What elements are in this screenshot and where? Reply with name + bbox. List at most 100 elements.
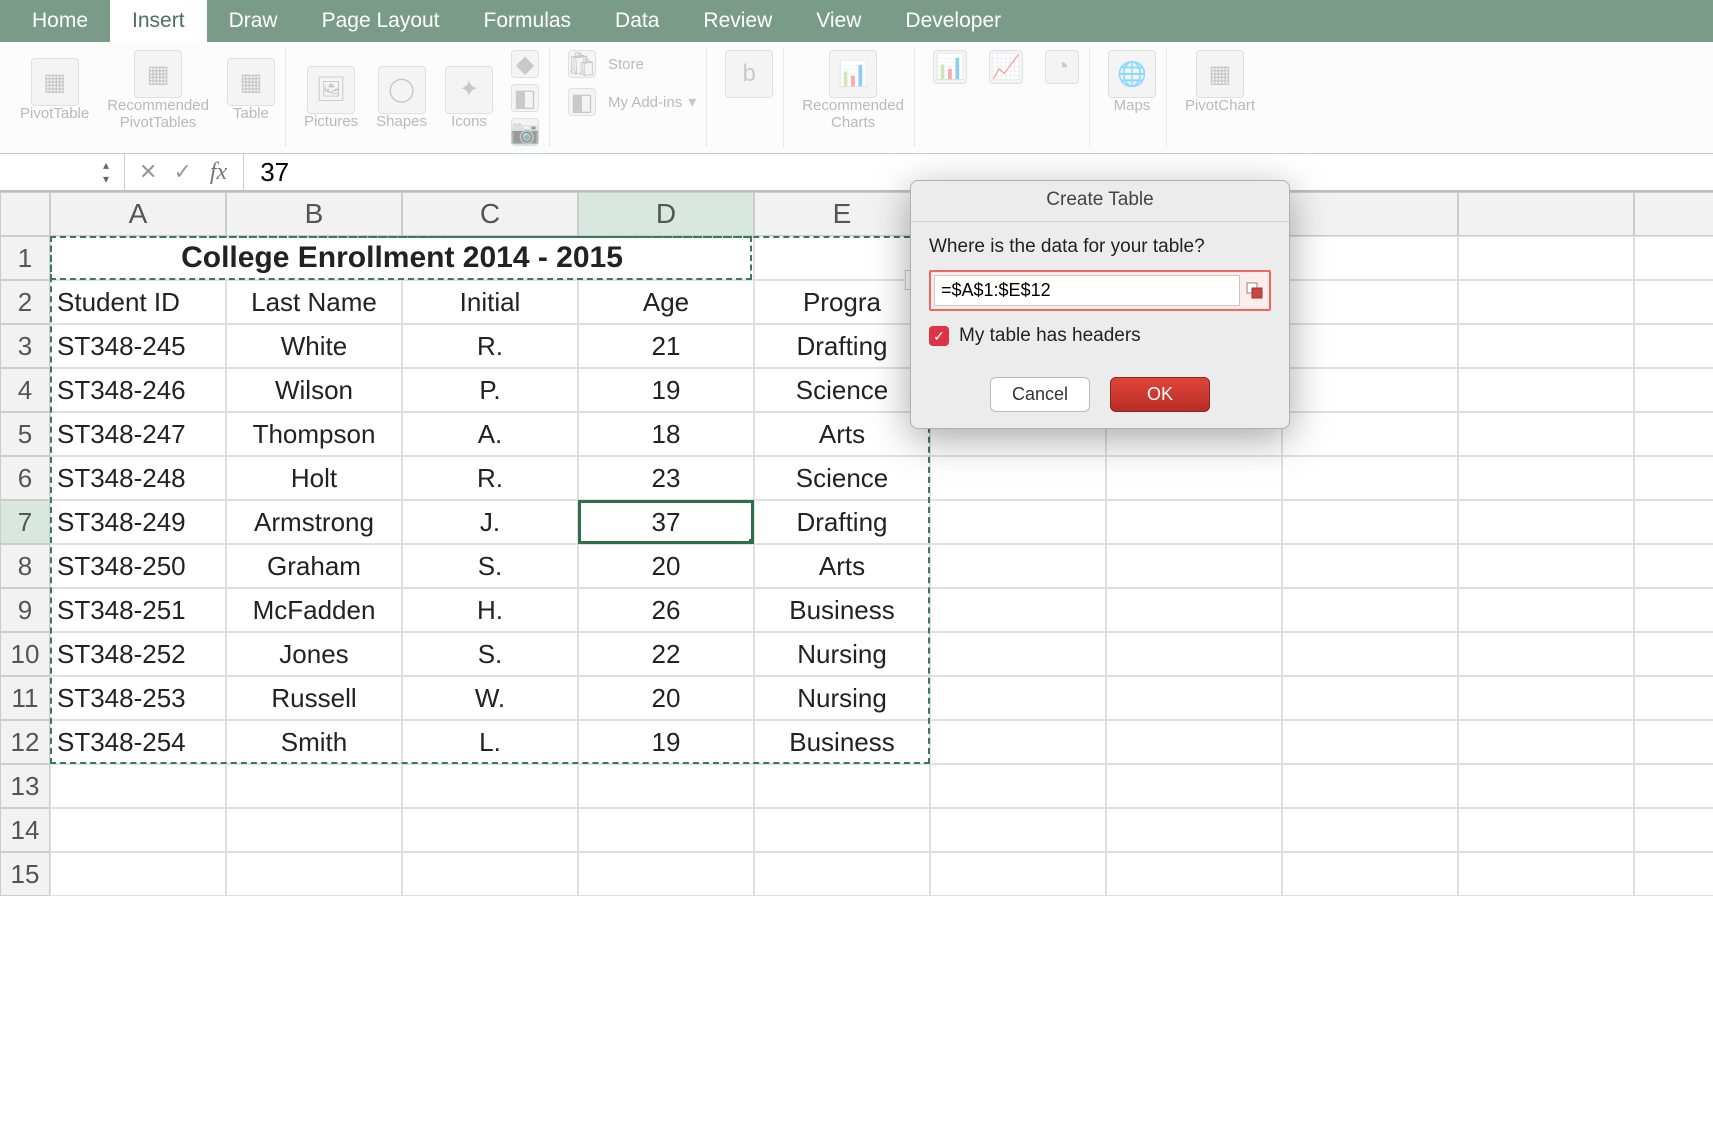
cell-blank[interactable] xyxy=(1634,500,1713,544)
ribbon-tab-formulas[interactable]: Formulas xyxy=(462,0,594,42)
shapes-button[interactable]: Shapes xyxy=(376,114,427,131)
range-picker-icon[interactable] xyxy=(1244,280,1266,302)
cell-blank[interactable] xyxy=(1458,324,1634,368)
cell-blank[interactable] xyxy=(1634,236,1713,280)
fill-handle[interactable] xyxy=(749,539,754,544)
row-header-1[interactable]: 1 xyxy=(0,236,50,280)
table-cell[interactable]: ST348-254 xyxy=(50,720,226,764)
cell-blank[interactable] xyxy=(1282,280,1458,324)
table-cell[interactable]: A. xyxy=(402,412,578,456)
table-cell[interactable]: 20 xyxy=(578,676,754,720)
cell-blank[interactable] xyxy=(1282,852,1458,896)
ribbon-tab-home[interactable]: Home xyxy=(10,0,110,42)
table-cell[interactable]: Thompson xyxy=(226,412,402,456)
table-cell[interactable]: 18 xyxy=(578,412,754,456)
table-cell[interactable]: Armstrong xyxy=(226,500,402,544)
cell-blank[interactable] xyxy=(1458,368,1634,412)
store-button[interactable]: Store xyxy=(602,56,644,73)
cell-blank[interactable] xyxy=(402,764,578,808)
cell-blank[interactable] xyxy=(1634,808,1713,852)
table-cell[interactable]: ST348-253 xyxy=(50,676,226,720)
table-cell[interactable]: Drafting xyxy=(754,500,930,544)
cell-blank[interactable] xyxy=(1458,280,1634,324)
row-header-5[interactable]: 5 xyxy=(0,412,50,456)
header-last-name[interactable]: Last Name xyxy=(226,280,402,324)
table-cell[interactable]: R. xyxy=(402,324,578,368)
table-cell[interactable]: ST348-249 xyxy=(50,500,226,544)
ribbon-tab-page-layout[interactable]: Page Layout xyxy=(300,0,462,42)
table-button[interactable]: Table xyxy=(233,106,269,123)
cell-blank[interactable] xyxy=(1458,500,1634,544)
cell-blank[interactable] xyxy=(1458,764,1634,808)
table-cell[interactable]: Drafting xyxy=(754,324,930,368)
ribbon-tab-draw[interactable]: Draw xyxy=(207,0,300,42)
cell-blank[interactable] xyxy=(1458,720,1634,764)
cell-blank[interactable] xyxy=(578,764,754,808)
table-cell[interactable]: S. xyxy=(402,632,578,676)
ribbon-tab-view[interactable]: View xyxy=(794,0,883,42)
cell-blank[interactable] xyxy=(930,500,1106,544)
cell-blank[interactable] xyxy=(930,720,1106,764)
namebox-stepper[interactable]: ▴▾ xyxy=(94,158,118,186)
ribbon-tab-review[interactable]: Review xyxy=(681,0,794,42)
cell-blank[interactable] xyxy=(930,632,1106,676)
title-cell[interactable]: College Enrollment 2014 - 2015 xyxy=(50,236,754,280)
cell-blank[interactable] xyxy=(50,852,226,896)
ok-button[interactable]: OK xyxy=(1110,377,1210,412)
row-header-11[interactable]: 11 xyxy=(0,676,50,720)
cell-blank[interactable] xyxy=(1634,588,1713,632)
fx-label[interactable]: fx xyxy=(200,159,237,186)
cell-blank[interactable] xyxy=(1458,632,1634,676)
cell-blank[interactable] xyxy=(930,676,1106,720)
col-header-b[interactable]: B xyxy=(226,192,402,236)
table-cell[interactable]: ST348-251 xyxy=(50,588,226,632)
cell-blank[interactable] xyxy=(1458,588,1634,632)
table-cell[interactable]: ST348-247 xyxy=(50,412,226,456)
table-cell[interactable]: Science xyxy=(754,368,930,412)
header-student-id[interactable]: Student ID xyxy=(50,280,226,324)
table-cell[interactable]: J. xyxy=(402,500,578,544)
ribbon-tab-data[interactable]: Data xyxy=(593,0,681,42)
cell-blank[interactable] xyxy=(226,852,402,896)
cell-blank[interactable] xyxy=(754,808,930,852)
table-cell[interactable]: Nursing xyxy=(754,676,930,720)
cell-blank[interactable] xyxy=(1282,324,1458,368)
cell-blank[interactable] xyxy=(402,808,578,852)
table-range-input[interactable] xyxy=(934,275,1240,306)
icons-button[interactable]: Icons xyxy=(451,114,487,131)
col-header-e[interactable]: E xyxy=(754,192,930,236)
headers-checkbox[interactable]: ✓ xyxy=(929,326,949,346)
cell-blank[interactable] xyxy=(930,544,1106,588)
cell-blank[interactable] xyxy=(1634,764,1713,808)
cell-blank[interactable] xyxy=(1106,720,1282,764)
cell-blank[interactable] xyxy=(1634,456,1713,500)
table-cell[interactable]: Russell xyxy=(226,676,402,720)
col-header-a[interactable]: A xyxy=(50,192,226,236)
row-header-3[interactable]: 3 xyxy=(0,324,50,368)
header-initial[interactable]: Initial xyxy=(402,280,578,324)
rec-pivottables-button[interactable]: Recommended PivotTables xyxy=(107,98,209,131)
row-header-4[interactable]: 4 xyxy=(0,368,50,412)
cell-blank[interactable] xyxy=(1458,852,1634,896)
cell-blank[interactable] xyxy=(50,764,226,808)
table-cell[interactable]: Arts xyxy=(754,544,930,588)
table-cell[interactable]: ST348-248 xyxy=(50,456,226,500)
cell-blank[interactable] xyxy=(930,456,1106,500)
table-cell[interactable]: Smith xyxy=(226,720,402,764)
cell-blank[interactable] xyxy=(1634,324,1713,368)
active-cell-d7[interactable]: 37 xyxy=(578,500,754,544)
table-cell[interactable]: 19 xyxy=(578,720,754,764)
ribbon-tab-insert[interactable]: Insert xyxy=(110,0,207,42)
pictures-button[interactable]: Pictures xyxy=(304,114,358,131)
table-cell[interactable]: 21 xyxy=(578,324,754,368)
cell-blank[interactable] xyxy=(1458,456,1634,500)
cell-blank[interactable] xyxy=(930,808,1106,852)
table-cell[interactable]: Business xyxy=(754,588,930,632)
table-cell[interactable]: Wilson xyxy=(226,368,402,412)
table-cell[interactable]: H. xyxy=(402,588,578,632)
pie-chart-icon[interactable]: ◔ xyxy=(1045,50,1079,84)
table-cell[interactable]: Science xyxy=(754,456,930,500)
table-cell[interactable]: 20 xyxy=(578,544,754,588)
table-cell[interactable]: ST348-245 xyxy=(50,324,226,368)
cell-blank[interactable] xyxy=(578,852,754,896)
